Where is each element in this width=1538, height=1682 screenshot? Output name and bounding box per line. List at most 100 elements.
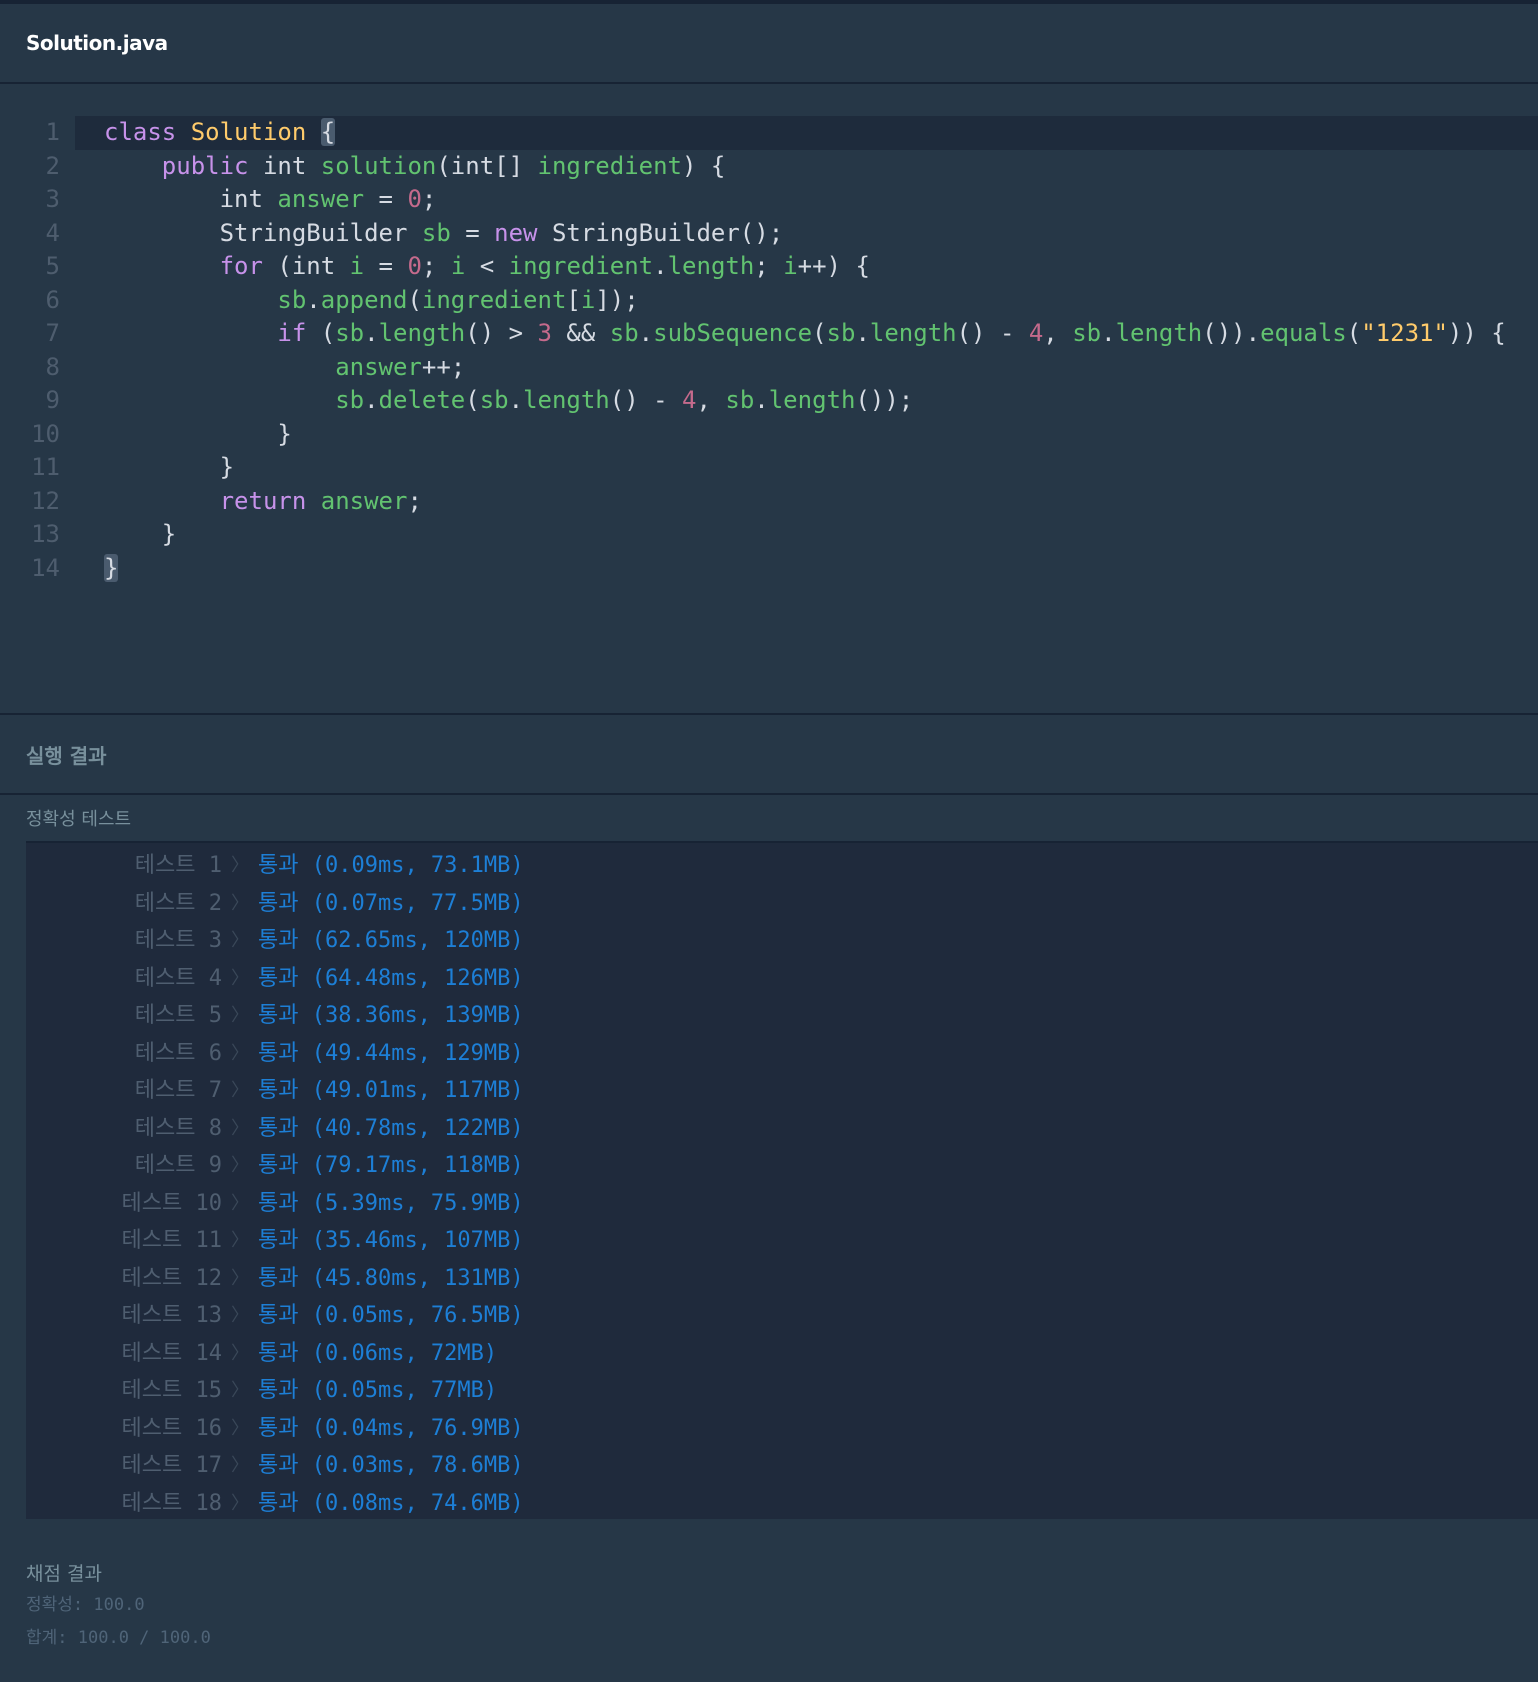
line-number: 8 [45, 352, 60, 381]
code-token: . [1101, 319, 1116, 347]
code-line[interactable]: 1 class Solution { [0, 116, 1538, 150]
code-line[interactable]: 3 int answer = 0; [0, 183, 1538, 217]
code-line[interactable]: 9 sb.delete(sb.length() - 4, sb.length()… [0, 384, 1538, 418]
code-token: sb [1072, 319, 1102, 347]
code-token: solution [320, 151, 437, 180]
code-token: , [696, 386, 726, 414]
line-number: 9 [45, 386, 60, 414]
chevron-right-icon: 〉 [231, 855, 249, 876]
chevron-right-icon: 〉 [231, 1230, 249, 1251]
code-line[interactable]: 10 } [0, 418, 1538, 452]
line-number: 14 [31, 553, 60, 582]
code-token: length [667, 252, 755, 280]
test-row: 테스트 16 〉 통과 (0.04ms, 76.9MB) [26, 1410, 1538, 1448]
test-result: 통과 (0.03ms, 78.6MB) [258, 1453, 524, 1478]
chevron-right-icon: 〉 [231, 1117, 249, 1139]
code-line[interactable]: 8 answer++; [0, 351, 1538, 385]
code-token: ()); [855, 386, 914, 414]
code-token: } [104, 419, 292, 448]
code-token: ; [421, 185, 437, 213]
code-token: . [638, 319, 654, 347]
code-token: ) { [682, 151, 726, 180]
code-token: ]); [595, 285, 639, 314]
code-token: length [768, 386, 856, 414]
code-token: sb [826, 319, 856, 347]
test-row: 테스트 9 〉 통과 (79.17ms, 118MB) [26, 1147, 1538, 1185]
code-token: = [364, 185, 408, 213]
test-label: 테스트 15 [121, 1378, 222, 1403]
code-token: } [104, 553, 119, 582]
code-token: return [219, 486, 307, 515]
test-label: 테스트 3 [134, 928, 222, 953]
test-row: 테스트 3 〉 통과 (62.65ms, 120MB) [26, 922, 1538, 960]
code-lines: 1 class Solution {2 public int solution(i… [0, 116, 1538, 585]
test-label: 테스트 11 [121, 1228, 222, 1253]
code-token: equals [1260, 319, 1347, 347]
grading-title: 채점 결과 [26, 1563, 102, 1585]
code-token: ( [306, 319, 336, 347]
code-token: public [161, 151, 249, 180]
test-label: 테스트 1 [134, 853, 222, 878]
code-token: } [104, 520, 177, 548]
code-line[interactable]: 12 return answer; [0, 485, 1538, 519]
code-line[interactable]: 6 sb.append(ingredient[i]); [0, 284, 1538, 318]
code-token: } [104, 453, 235, 481]
code-token: sb [725, 386, 755, 414]
code-token: length [1115, 319, 1203, 347]
code-text: return answer; [75, 485, 1538, 519]
code-line[interactable]: 13 } [0, 518, 1538, 552]
code-text: for (int i = 0; i < ingredient.length; i… [75, 250, 1538, 284]
chevron-right-icon: 〉 [231, 1305, 249, 1326]
test-label: 테스트 2 [134, 890, 222, 916]
line-number: 13 [31, 520, 60, 548]
test-result: 통과 (79.17ms, 118MB) [258, 1153, 524, 1178]
test-row: 테스트 12 〉 통과 (45.80ms, 131MB) [26, 1260, 1538, 1298]
code-text: sb.append(ingredient[i]); [75, 284, 1538, 318]
test-label: 테스트 12 [121, 1265, 222, 1291]
test-results-console: 테스트 1 〉 통과 (0.09ms, 73.1MB) 테스트 2 〉 통과 (0.07m… [26, 841, 1538, 1519]
code-token: length [869, 319, 957, 347]
code-editor[interactable]: 1 class Solution {2 public int solution(i… [0, 84, 1538, 715]
code-token: < [465, 252, 509, 280]
test-result: 통과 (0.08ms, 74.6MB) [258, 1490, 524, 1516]
code-line[interactable]: 14} [0, 552, 1538, 586]
test-result: 통과 (0.09ms, 73.1MB) [258, 853, 524, 878]
test-label: 테스트 16 [121, 1415, 222, 1441]
code-token: () > [465, 319, 538, 347]
accuracy-test-title: 정확성 테스트 [26, 809, 132, 830]
code-line[interactable]: 2 public int solution(int[] ingredient) … [0, 150, 1538, 184]
code-token: i [450, 252, 466, 280]
code-token: ; [421, 252, 451, 280]
test-row: 테스트 10 〉 통과 (5.39ms, 75.9MB) [26, 1185, 1538, 1223]
code-token: . [653, 252, 668, 280]
code-token: 3 [537, 319, 552, 347]
code-text: sb.delete(sb.length() - 4, sb.length()); [75, 384, 1538, 418]
code-token: int [248, 151, 321, 180]
code-token: . [754, 386, 769, 414]
results-title: 실행 결과 [26, 743, 107, 768]
code-token: (int [262, 252, 350, 280]
code-text: } [75, 552, 1538, 586]
test-result: 통과 (62.65ms, 120MB) [258, 928, 524, 953]
code-token: sb [335, 386, 365, 414]
code-token: new [494, 218, 538, 247]
code-token: class [104, 118, 177, 146]
code-line[interactable]: 5 for (int i = 0; i < ingredient.length;… [0, 250, 1538, 284]
code-token: sb [479, 386, 509, 414]
code-token: () - [609, 386, 683, 414]
code-token: (int[] [436, 151, 538, 180]
code-line[interactable]: 4 StringBuilder sb = new StringBuilder()… [0, 217, 1538, 251]
code-token: sb [335, 319, 365, 347]
code-line[interactable]: 7 if (sb.length() > 3 && sb.subSequence(… [0, 317, 1538, 351]
line-number: 12 [31, 486, 60, 515]
code-token: ++; [421, 352, 466, 381]
code-line[interactable]: 11 } [0, 451, 1538, 485]
test-label: 테스트 8 [134, 1115, 222, 1141]
code-token: answer [320, 486, 408, 515]
test-row: 테스트 17 〉 통과 (0.03ms, 78.6MB) [26, 1447, 1538, 1485]
test-result: 통과 (0.06ms, 72MB) [258, 1340, 498, 1366]
